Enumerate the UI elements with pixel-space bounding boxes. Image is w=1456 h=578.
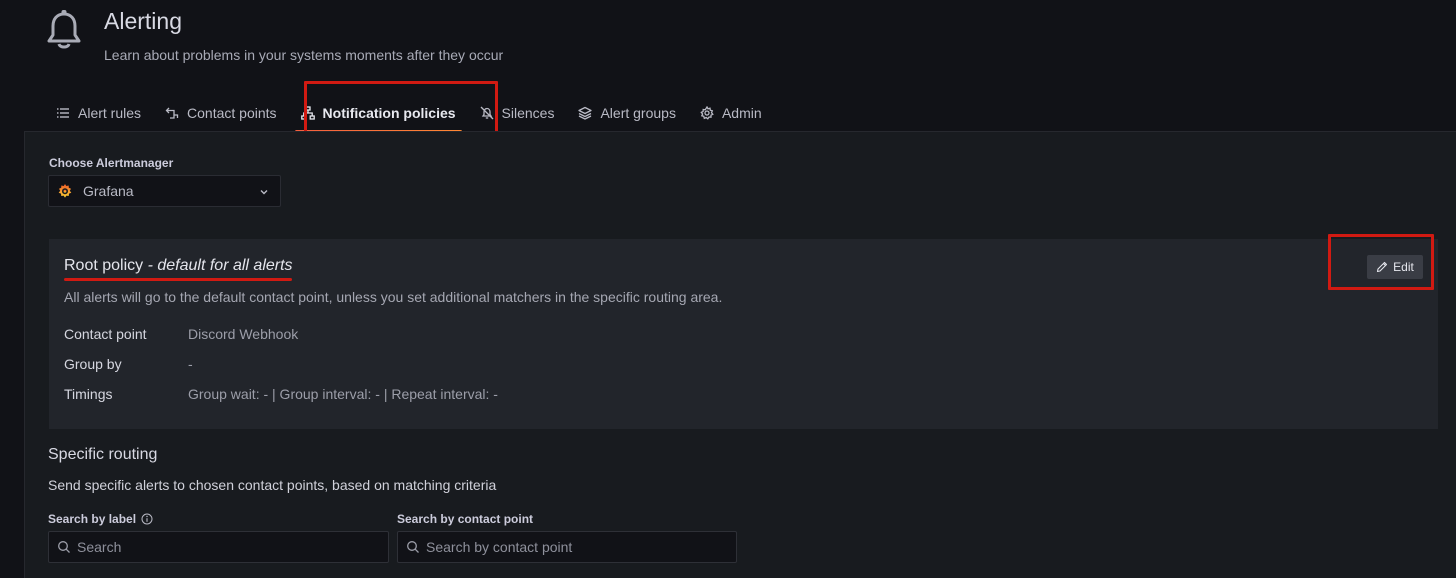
info-icon[interactable] bbox=[141, 513, 153, 525]
edit-button[interactable]: Edit bbox=[1367, 255, 1423, 279]
search-icon bbox=[58, 541, 70, 553]
search-by-contact-point-input[interactable] bbox=[426, 539, 728, 555]
alertmanager-select[interactable]: Grafana bbox=[48, 175, 281, 207]
list-icon bbox=[57, 108, 69, 118]
bell-slash-icon bbox=[480, 106, 494, 120]
group-by-value: - bbox=[188, 356, 193, 372]
tab-label: Silences bbox=[501, 105, 555, 121]
specific-routing-title: Specific routing bbox=[48, 446, 158, 463]
tab-alert-rules[interactable]: Alert rules bbox=[44, 96, 153, 130]
timings-value: Group wait: - | Group interval: - | Repe… bbox=[188, 386, 498, 402]
tab-label: Admin bbox=[721, 105, 762, 121]
grafana-logo-icon bbox=[58, 184, 72, 198]
tab-label: Contact points bbox=[187, 105, 277, 121]
tab-admin[interactable]: Admin bbox=[688, 96, 774, 130]
tab-bar: Alert rules Contact points Notification … bbox=[44, 96, 774, 133]
root-policy-title: Root policy - default for all alerts bbox=[64, 257, 293, 275]
edit-button-label: Edit bbox=[1393, 260, 1414, 274]
pen-icon bbox=[1377, 261, 1388, 273]
root-policy-underline bbox=[64, 278, 292, 281]
root-policy-subtitle: - default for all alerts bbox=[143, 257, 293, 274]
bell-icon bbox=[47, 10, 81, 49]
layers-icon bbox=[578, 106, 593, 120]
sitemap-icon bbox=[300, 106, 315, 120]
search-by-label-field[interactable] bbox=[48, 531, 389, 563]
search-icon bbox=[407, 541, 419, 553]
search-by-label-label: Search by label bbox=[48, 512, 153, 526]
page-title: Alerting bbox=[104, 8, 182, 34]
tab-label: Alert rules bbox=[78, 105, 142, 121]
search-by-contact-point-field[interactable] bbox=[397, 531, 737, 563]
tab-notification-policies[interactable]: Notification policies bbox=[289, 96, 468, 133]
page-subtitle: Learn about problems in your systems mom… bbox=[104, 47, 504, 63]
alertmanager-label: Choose Alertmanager bbox=[49, 156, 174, 170]
chevron-down-icon bbox=[260, 190, 268, 195]
tab-label: Alert groups bbox=[600, 105, 676, 121]
search-by-label-text: Search by label bbox=[48, 512, 137, 526]
tab-label: Notification policies bbox=[322, 105, 456, 121]
contact-icon bbox=[165, 107, 179, 119]
cog-icon bbox=[700, 106, 714, 120]
root-policy-name: Root policy bbox=[64, 257, 144, 274]
page-header: Alerting Learn about problems in your sy… bbox=[46, 8, 646, 78]
search-by-label-input[interactable] bbox=[77, 539, 380, 555]
tab-silences[interactable]: Silences bbox=[468, 96, 567, 130]
root-policy-description: All alerts will go to the default contac… bbox=[64, 289, 723, 305]
timings-label: Timings bbox=[64, 386, 113, 402]
specific-routing-description: Send specific alerts to chosen contact p… bbox=[48, 477, 497, 493]
contact-point-label: Contact point bbox=[64, 326, 147, 342]
alertmanager-selected: Grafana bbox=[83, 183, 134, 199]
search-by-contact-point-label: Search by contact point bbox=[397, 512, 534, 526]
tab-alert-groups[interactable]: Alert groups bbox=[566, 96, 687, 130]
contact-point-value: Discord Webhook bbox=[188, 326, 299, 342]
tab-contact-points[interactable]: Contact points bbox=[153, 96, 289, 130]
group-by-label: Group by bbox=[64, 356, 122, 372]
